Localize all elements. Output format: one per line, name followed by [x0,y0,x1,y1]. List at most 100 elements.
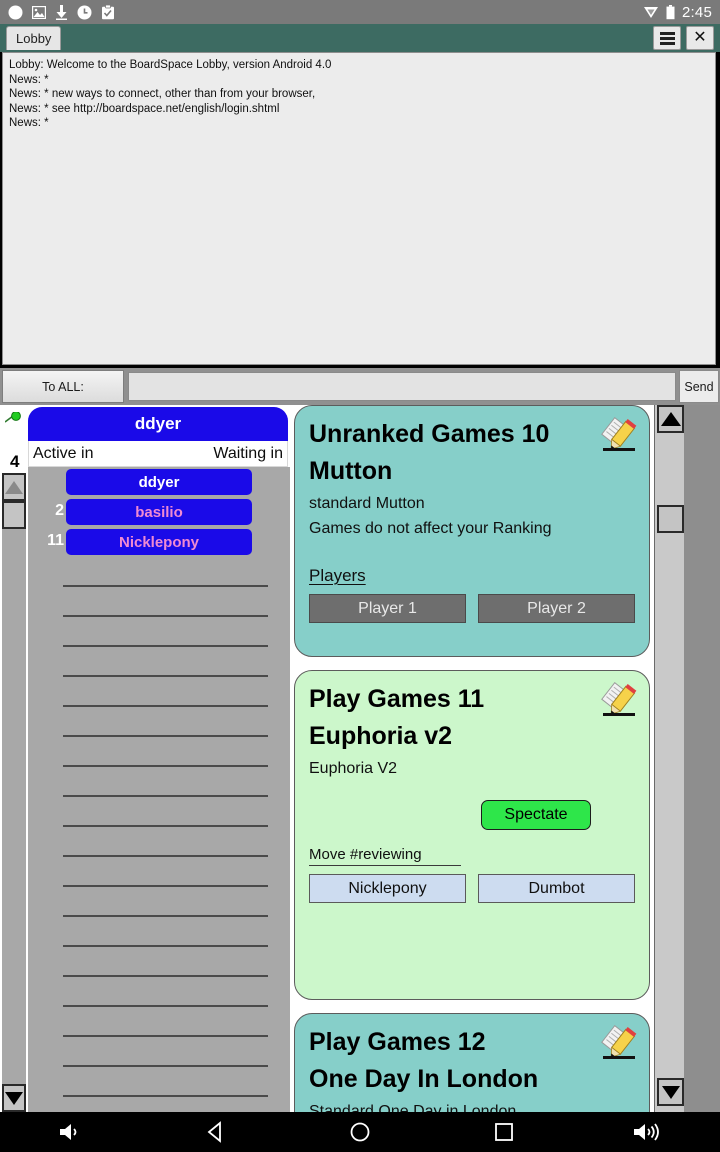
status-clock: 2:45 [682,3,712,21]
log-line: News: * see http://boardspace.net/englis… [9,102,280,115]
seat-player-2[interactable]: Player 2 [478,594,635,623]
users-scroll-down-button[interactable] [2,1084,26,1112]
user-button[interactable]: ddyer [66,469,252,495]
app-title-bar: Lobby ✕ [0,24,720,52]
seat-player-2[interactable]: Dumbot [478,874,635,903]
user-row-empty[interactable] [28,1007,290,1037]
log-line: Lobby: Welcome to the BoardSpace Lobby, … [9,59,332,71]
user-room-count: 11 [47,532,64,549]
seat-row: Nicklepony Dumbot [309,874,635,903]
user-row-empty[interactable] [28,1037,290,1067]
tab-lobby[interactable]: Lobby [6,26,62,50]
card-title-line2: Euphoria v2 [309,722,453,750]
seat-player-1[interactable]: Player 1 [309,594,466,623]
clock-icon [77,5,92,19]
self-username[interactable]: ddyer [28,407,288,441]
user-row-empty[interactable] [28,737,290,767]
card-title-line1: Play Games 11 [309,685,485,713]
games-scroll-down-button[interactable] [657,1078,684,1106]
triangle-up-icon [5,480,23,494]
volume-up-button[interactable] [618,1112,678,1152]
game-card-play-london[interactable]: Play Games 12 One Day In London Standard… [294,1013,650,1112]
chat-recipient-button[interactable]: To ALL: [2,370,124,403]
user-row-empty[interactable] [28,947,290,977]
user-row-empty[interactable] [28,617,290,647]
title-bar-buttons: ✕ [653,26,720,50]
user-row-empty[interactable] [28,797,290,827]
user-row-empty[interactable] [28,587,290,617]
card-subtitle: Euphoria V2 [309,760,398,777]
user-row[interactable]: 2 basilio [28,497,290,527]
users-scroll-thumb[interactable] [2,501,26,529]
spectate-button[interactable]: Spectate [481,800,591,830]
triangle-down-icon [5,1091,23,1105]
user-row[interactable]: 11 Nicklepony [28,527,290,557]
send-button[interactable]: Send [679,370,719,403]
user-row-empty[interactable] [28,827,290,857]
user-row-empty[interactable] [28,917,290,947]
games-panel[interactable]: Unranked Games 10 Mutton standard Mutton… [290,405,654,1112]
user-row-empty[interactable] [28,707,290,737]
user-row-empty[interactable] [28,857,290,887]
log-line: News: * [9,117,49,130]
user-row-empty[interactable] [28,1067,290,1097]
card-title-line1: Play Games 12 [309,1028,486,1056]
status-left-icons [8,4,115,20]
chat-input[interactable] [128,372,676,401]
users-list[interactable]: ddyer 2 basilio 11 Nicklepony [28,467,290,1112]
triangle-down-icon [661,1085,680,1099]
log-line: News: * new ways to connect, other than … [9,88,316,101]
users-header-box: ddyer Active in Waiting in [28,407,288,467]
close-button[interactable]: ✕ [686,26,714,50]
download-icon [56,4,67,20]
seat-row: Player 1 Player 2 [309,594,635,623]
image-icon [32,5,46,19]
hamburger-menu-icon [659,31,675,45]
pencil-notepad-icon[interactable] [599,415,639,455]
recents-button[interactable] [474,1112,534,1152]
col-waiting-label: Waiting in [213,444,283,462]
games-scroll-thumb[interactable] [657,505,684,533]
card-subtitle: standard Mutton [309,495,425,512]
user-row-empty[interactable] [28,647,290,677]
android-status-bar: 2:45 [0,0,720,24]
user-row[interactable]: ddyer [28,467,290,497]
user-row-empty[interactable] [28,977,290,1007]
back-button[interactable] [186,1112,246,1152]
pencil-notepad-icon[interactable] [599,680,639,720]
home-icon [350,1122,370,1142]
game-card-play-euphoria[interactable]: Play Games 11 Euphoria v2 Euphoria V2 Sp… [294,670,650,1000]
users-panel: 4 ddyer Active in Waiting in ddyer 2 basil… [0,405,290,1112]
games-scrollbar[interactable] [654,405,684,1112]
lower-split-area: 4 ddyer Active in Waiting in ddyer 2 basil… [0,405,720,1112]
volume-down-button[interactable] [42,1112,102,1152]
user-row-empty[interactable] [28,677,290,707]
user-row-empty[interactable] [28,767,290,797]
user-button[interactable]: basilio [66,499,252,525]
app-root: 2:45 Lobby ✕ Lobby: Welcome to the Board… [0,0,720,1152]
seat-player-1[interactable]: Nicklepony [309,874,466,903]
games-scroll-up-button[interactable] [657,405,684,433]
players-label: Players [309,566,366,585]
home-button[interactable] [330,1112,390,1152]
users-scroll-up-button[interactable] [2,473,26,501]
user-row-empty[interactable] [28,557,290,587]
user-button[interactable]: Nicklepony [66,529,252,555]
wifi-icon [644,6,658,18]
card-title-line2: Mutton [309,457,393,485]
card-subtitle: Standard One Day in London [309,1103,517,1112]
log-line: News: * [9,73,49,86]
self-rank: 4 [10,452,20,471]
status-right-icons: 2:45 [643,4,712,21]
pencil-notepad-icon[interactable] [599,1023,639,1063]
close-icon: ✕ [693,29,707,46]
recents-icon [495,1123,513,1141]
menu-button[interactable] [653,26,681,50]
game-card-unranked-mutton[interactable]: Unranked Games 10 Mutton standard Mutton… [294,405,650,657]
lobby-message-log[interactable]: Lobby: Welcome to the BoardSpace Lobby, … [2,52,716,365]
card-note: Games do not affect your Ranking [309,520,552,537]
user-row-empty[interactable] [28,887,290,917]
users-scrollbar[interactable] [2,473,26,1112]
volume-down-icon [60,1124,77,1140]
triangle-up-icon [660,412,681,426]
